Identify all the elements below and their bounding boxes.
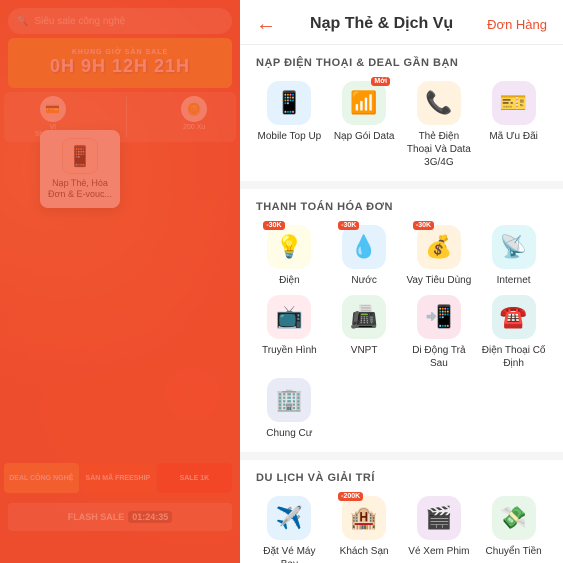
service-khach-san[interactable]: 🏨 -200K Khách Sạn <box>331 496 398 563</box>
may-bay-label: Đặt Vé Máy Bay <box>256 545 323 563</box>
dien-discount-badge: -30K <box>263 221 284 230</box>
vay-discount-badge: -30K <box>413 221 434 230</box>
section-title-3: DU LỊCH VÀ GIẢI TRÍ <box>256 472 547 484</box>
dien-thoai-co-dinh-label: Điện Thoại Cố Định <box>480 344 547 370</box>
service-vay-tieu-dung[interactable]: 💰 -30K Vay Tiêu Dùng <box>406 225 473 287</box>
truyen-hinh-label: Truyền Hình <box>262 344 317 357</box>
khach-san-badge: -200K <box>338 492 363 501</box>
chung-cu-label: Chung Cư <box>266 427 312 440</box>
service-internet[interactable]: 📡 Internet <box>480 225 547 287</box>
the-dien-thoai-label: Thẻ Điện Thoại Và Data 3G/4G <box>406 130 473 169</box>
nuoc-label: Nước <box>351 274 376 287</box>
ve-xem-phim-icon: 🎬 <box>417 496 461 540</box>
order-link[interactable]: Đơn Hàng <box>487 17 547 32</box>
service-ma-uu-dai[interactable]: 🎫 Mã Ưu Đãi <box>480 81 547 169</box>
nuoc-icon: 💧 -30K <box>342 225 386 269</box>
service-grid-2: 💡 -30K Điện 💧 -30K Nước 💰 -30K Vay Tiêu … <box>256 225 547 370</box>
service-truyen-hinh[interactable]: 📺 Truyền Hình <box>256 295 323 370</box>
mobile-topup-label: Mobile Top Up <box>258 130 322 143</box>
dien-label: Điện <box>279 274 300 287</box>
vnpt-icon: 📠 <box>342 295 386 339</box>
vnpt-label: VNPT <box>351 344 378 357</box>
internet-label: Internet <box>497 274 531 287</box>
section-du-lich: DU LỊCH VÀ GIẢI TRÍ ✈️ Đặt Vé Máy Bay 🏨 … <box>240 460 563 563</box>
new-badge: Mới <box>371 77 390 86</box>
vay-tieu-dung-label: Vay Tiêu Dùng <box>406 274 471 287</box>
service-di-dong-tra-sau[interactable]: 📲 Di Động Trả Sau <box>406 295 473 370</box>
service-chung-cu[interactable]: 🏢 Chung Cư <box>256 378 323 440</box>
may-bay-icon: ✈️ <box>267 496 311 540</box>
dien-thoai-co-dinh-icon: ☎️ <box>492 295 536 339</box>
ma-uu-dai-label: Mã Ưu Đãi <box>489 130 538 143</box>
service-mobile-topup[interactable]: 📱 Mobile Top Up <box>256 81 323 169</box>
service-dien[interactable]: 💡 -30K Điện <box>256 225 323 287</box>
service-nuoc[interactable]: 💧 -30K Nước <box>331 225 398 287</box>
service-grid-3: ✈️ Đặt Vé Máy Bay 🏨 -200K Khách Sạn 🎬 Vé… <box>256 496 547 563</box>
truyen-hinh-icon: 📺 <box>267 295 311 339</box>
ve-xem-phim-label: Vé Xem Phim <box>408 545 469 558</box>
mobile-topup-icon: 📱 <box>267 81 311 125</box>
service-grid-1: 📱 Mobile Top Up 📶 Mới Nạp Gói Data 📞 Thẻ… <box>256 81 547 169</box>
chung-cu-icon: 🏢 <box>267 378 311 422</box>
back-button[interactable]: ← <box>256 14 276 34</box>
service-chuyen-tien[interactable]: 💸 Chuyển Tiền <box>480 496 547 563</box>
the-dien-thoai-icon: 📞 <box>417 81 461 125</box>
service-the-dien-thoai[interactable]: 📞 Thẻ Điện Thoại Và Data 3G/4G <box>406 81 473 169</box>
ma-uu-dai-icon: 🎫 <box>492 81 536 125</box>
internet-icon: 📡 <box>492 225 536 269</box>
right-header: ← Nạp Thẻ & Dịch Vụ Đơn Hàng <box>240 0 563 45</box>
service-ve-xem-phim[interactable]: 🎬 Vé Xem Phim <box>406 496 473 563</box>
service-vnpt[interactable]: 📠 VNPT <box>331 295 398 370</box>
khach-san-label: Khách Sạn <box>340 545 389 558</box>
nap-goi-data-label: Nạp Gói Data <box>334 130 395 143</box>
khach-san-icon: 🏨 -200K <box>342 496 386 540</box>
nuoc-discount-badge: -30K <box>338 221 359 230</box>
service-nap-goi-data[interactable]: 📶 Mới Nạp Gói Data <box>331 81 398 169</box>
header-title: Nạp Thẻ & Dịch Vụ <box>310 15 453 33</box>
chuyen-tien-label: Chuyển Tiền <box>486 545 542 558</box>
dien-icon: 💡 -30K <box>267 225 311 269</box>
chuyen-tien-icon: 💸 <box>492 496 536 540</box>
vay-tieu-dung-icon: 💰 -30K <box>417 225 461 269</box>
left-panel: 🔍 Siêu sale công nghệ KHUNG GIỜ SÀN SALE… <box>0 0 240 563</box>
section-thanh-toan: THANH TOÁN HÓA ĐƠN 💡 -30K Điện 💧 -30K Nư… <box>240 189 563 452</box>
service-dien-thoai-co-dinh[interactable]: ☎️ Điện Thoại Cố Định <box>480 295 547 370</box>
section-title-2: THANH TOÁN HÓA ĐƠN <box>256 201 547 213</box>
di-dong-tra-sau-label: Di Động Trả Sau <box>406 344 473 370</box>
di-dong-tra-sau-icon: 📲 <box>417 295 461 339</box>
service-may-bay[interactable]: ✈️ Đặt Vé Máy Bay <box>256 496 323 563</box>
service-grid-2b: 🏢 Chung Cư <box>256 378 547 440</box>
right-panel: ← Nạp Thẻ & Dịch Vụ Đơn Hàng NẠP ĐIỆN TH… <box>240 0 563 563</box>
nap-goi-data-icon: 📶 Mới <box>342 81 386 125</box>
section-nap-dien-thoai: NẠP ĐIỆN THOẠI & DEAL GẦN BẠN 📱 Mobile T… <box>240 45 563 181</box>
section-title-1: NẠP ĐIỆN THOẠI & DEAL GẦN BẠN <box>256 57 547 69</box>
